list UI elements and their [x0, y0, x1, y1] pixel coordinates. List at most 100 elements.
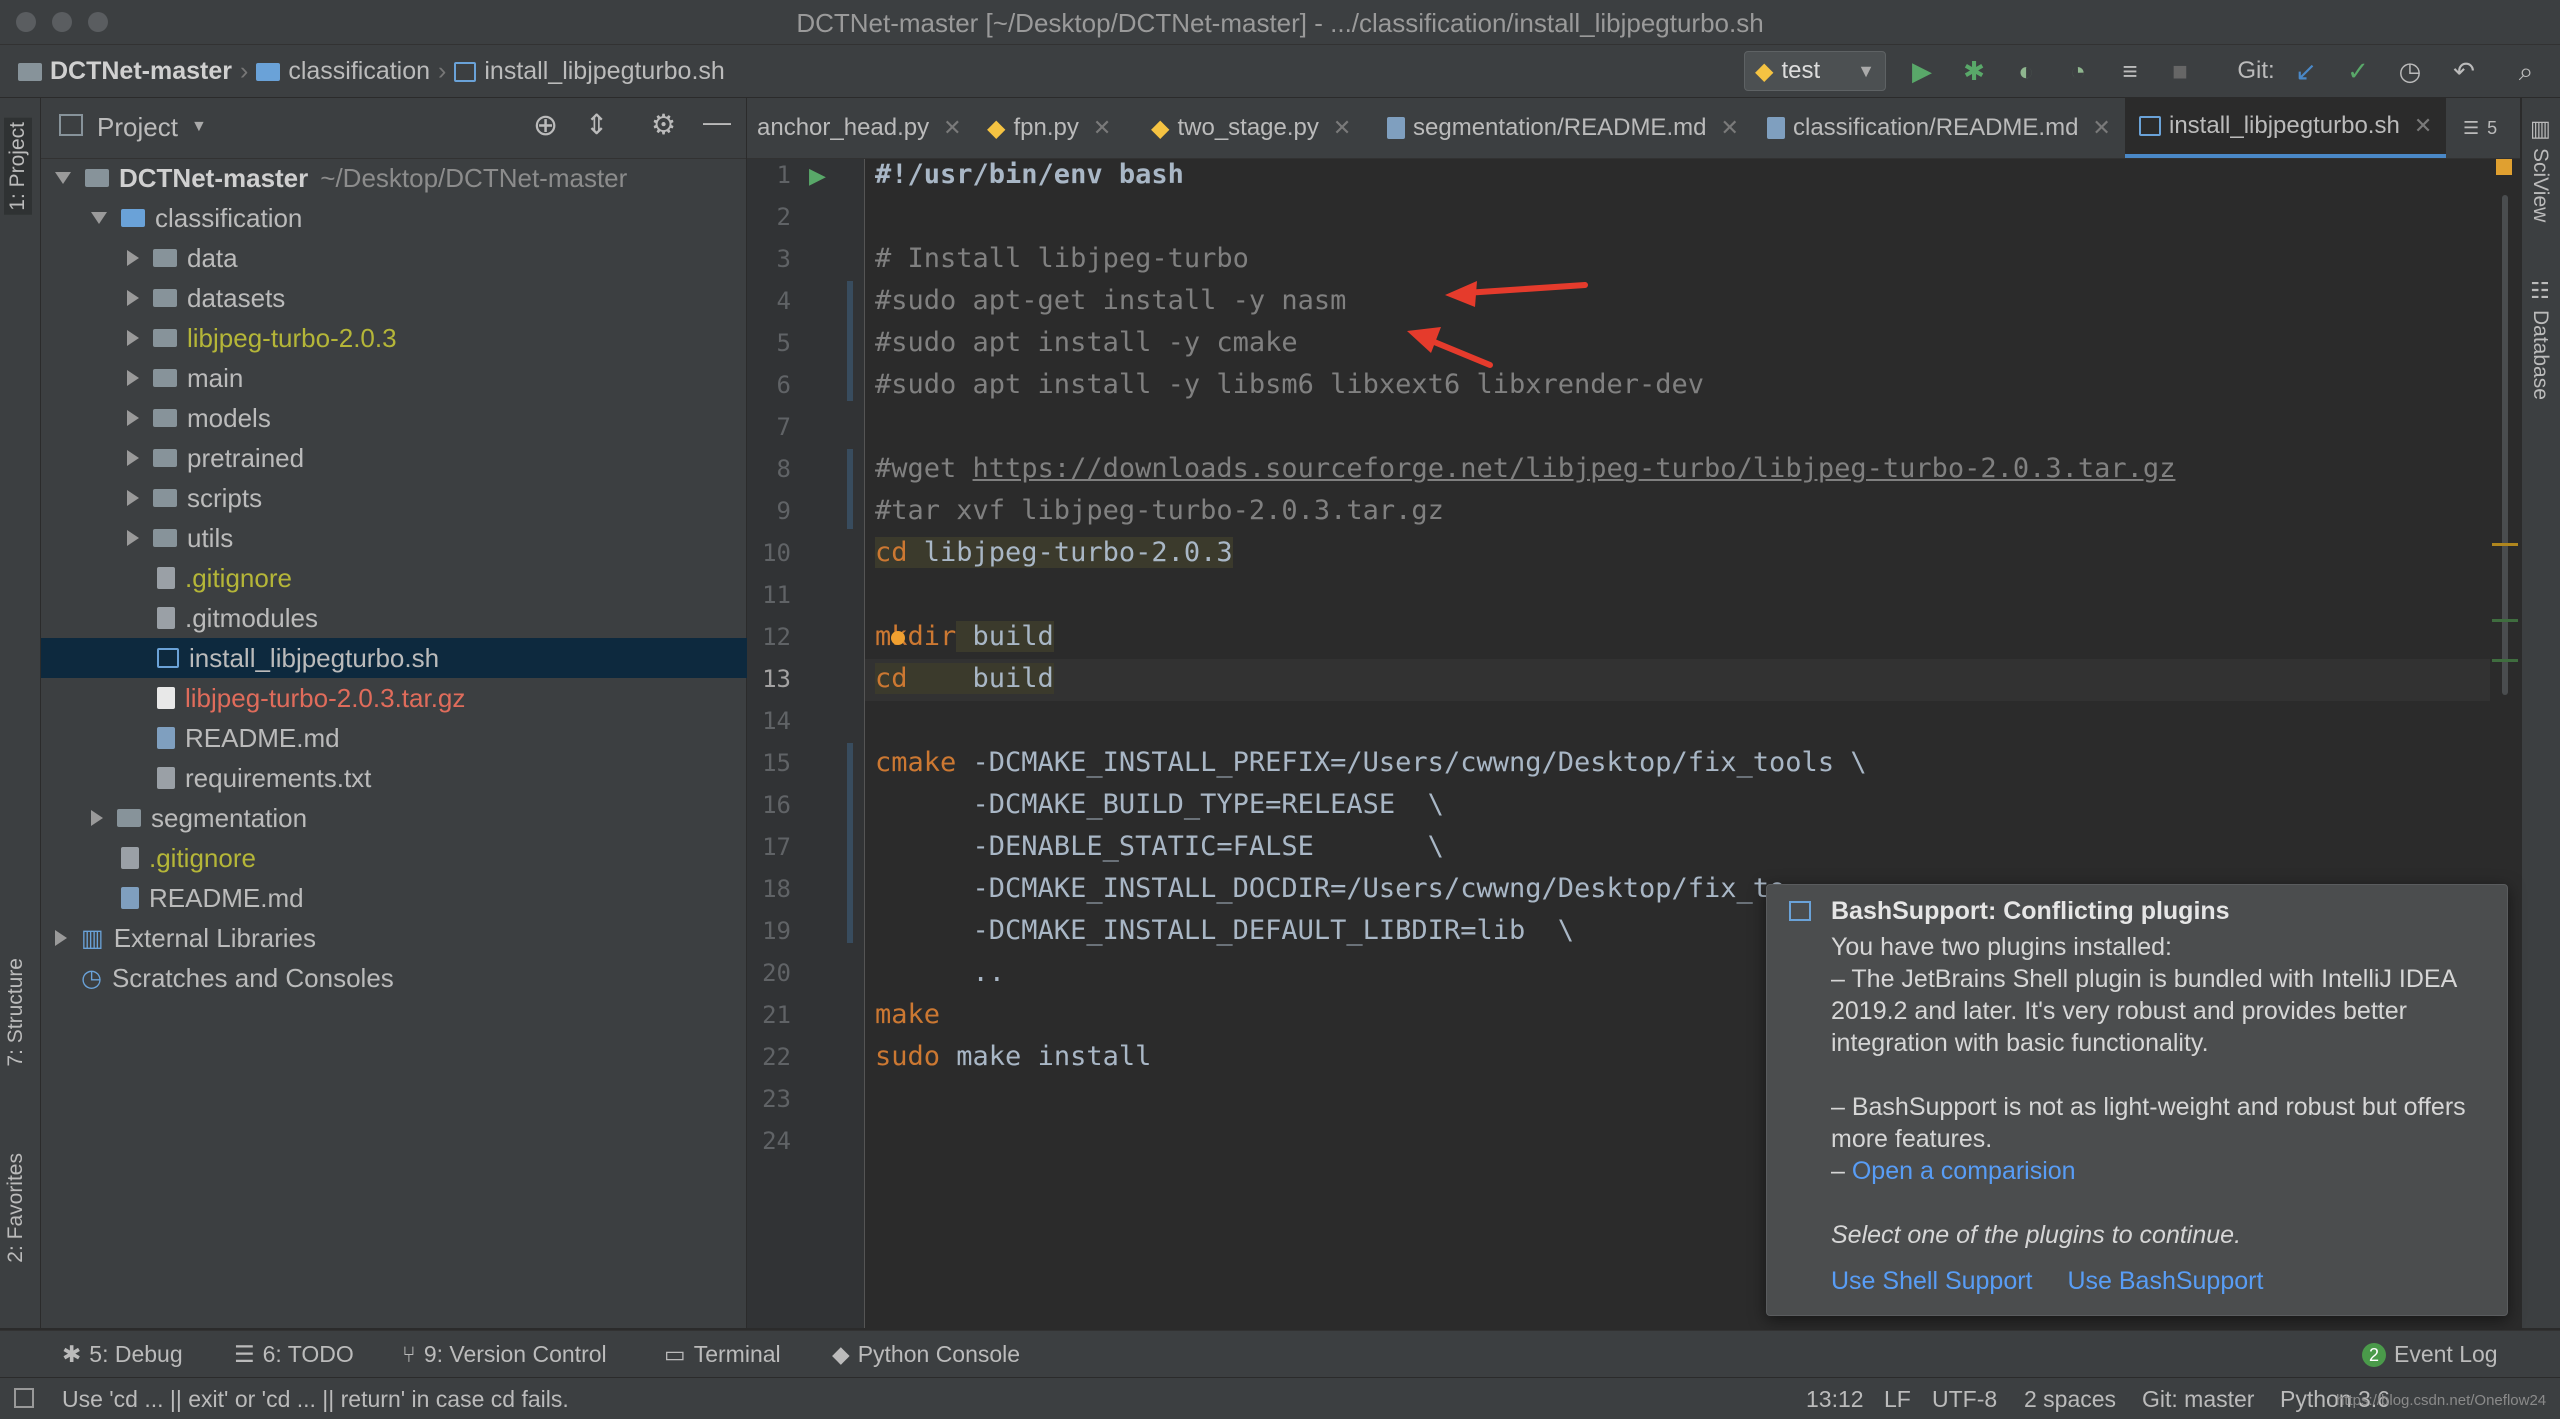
tree-item-requirements[interactable]: requirements.txt [41, 758, 862, 798]
close-icon[interactable]: ✕ [1720, 115, 1738, 141]
python-console-tool-button[interactable]: ◆ Python Console [832, 1341, 1020, 1368]
change-marker[interactable] [2492, 659, 2518, 662]
coverage-icon[interactable]: ◐ [2012, 57, 2040, 85]
git-branch[interactable]: Git: master [2142, 1386, 2254, 1413]
vcs-change-marker[interactable] [847, 281, 853, 401]
git-update-icon[interactable]: ↙ [2292, 57, 2320, 85]
download-url-link[interactable]: https://downloads.sourceforge.net/libjpe… [973, 453, 2176, 484]
tree-item-root[interactable]: DCTNet-master ~/Desktop/DCTNet-master [41, 158, 760, 198]
close-icon[interactable]: ✕ [2414, 113, 2432, 139]
concurrency-icon[interactable]: ≡ [2116, 57, 2144, 85]
breadcrumb-folder[interactable]: classification [288, 57, 430, 86]
debug-tool-button[interactable]: ✱ 5: Debug [62, 1341, 183, 1368]
folder-icon [153, 289, 177, 307]
analysis-status-icon[interactable] [2496, 159, 2512, 175]
tree-item-pretrained[interactable]: pretrained [41, 438, 832, 478]
debug-icon[interactable]: ✱ [1960, 57, 1988, 85]
code-line-15: cmake -DCMAKE_INSTALL_PREFIX=/Users/cwwn… [875, 747, 1867, 778]
tree-item-data[interactable]: data [41, 238, 832, 278]
code-line-17: -DENABLE_STATIC=FALSE \ [875, 831, 1444, 862]
project-panel: Project ▼ ⊕ ⇕ ⚙ — DCTNet-master ~/Deskto… [41, 98, 862, 1328]
window-title: DCTNet-master [~/Desktop/DCTNet-master] … [796, 8, 1764, 38]
tab-overflow-menu[interactable]: ☰ 5 [2463, 98, 2497, 158]
code-line-16: -DCMAKE_BUILD_TYPE=RELEASE \ [875, 789, 1444, 820]
database-icon: ☷ [2530, 278, 2550, 303]
file-encoding[interactable]: UTF-8 [1932, 1386, 1997, 1413]
project-view-select[interactable]: Project [97, 112, 178, 143]
hide-panel-icon[interactable]: — [703, 106, 731, 138]
tab-anchor-head[interactable]: anchor_head.py ✕ [757, 98, 962, 158]
event-log-tool-button[interactable]: 2 Event Log [2362, 1341, 2498, 1368]
use-shell-support-button[interactable]: Use Shell Support [1831, 1267, 2033, 1295]
git-commit-icon[interactable]: ✓ [2344, 57, 2372, 85]
close-icon[interactable]: ✕ [943, 115, 961, 141]
tree-item-root-gitignore[interactable]: .gitignore [41, 838, 826, 878]
tree-item-scratches[interactable]: ◷ Scratches and Consoles [41, 958, 786, 998]
folder-icon [85, 169, 109, 187]
project-tool-tab[interactable]: 1: Project [4, 118, 32, 215]
open-comparison-link[interactable]: Open a comparision [1852, 1157, 2076, 1185]
vcs-change-marker[interactable] [847, 743, 853, 943]
tree-item-external-libraries[interactable]: ▥ External Libraries [41, 918, 760, 958]
vcs-change-marker[interactable] [847, 449, 853, 529]
close-icon[interactable]: ✕ [1093, 115, 1111, 141]
line-separator[interactable]: LF [1884, 1386, 1911, 1413]
tool-windows-icon[interactable] [14, 1388, 34, 1408]
revert-icon[interactable]: ↶ [2450, 57, 2478, 85]
locate-icon[interactable]: ⊕ [533, 108, 558, 143]
warning-marker[interactable] [2492, 543, 2518, 546]
python-icon: ◆ [832, 1341, 850, 1367]
branch-icon: ⑂ [402, 1341, 416, 1367]
tab-install-script[interactable]: install_libjpegturbo.sh ✕ [2125, 98, 2447, 158]
tree-item-models[interactable]: models [41, 398, 832, 438]
run-config-select[interactable]: ◆ test ▼ [1744, 51, 1886, 91]
event-count-badge: 2 [2362, 1342, 2386, 1367]
tree-item-main[interactable]: main [41, 358, 832, 398]
close-icon[interactable]: ✕ [1333, 115, 1351, 141]
tab-fpn[interactable]: ◆ fpn.py ✕ [987, 98, 1111, 158]
structure-tool-tab[interactable]: 7: Structure [4, 958, 28, 1067]
breadcrumb-project[interactable]: DCTNet-master [50, 57, 232, 86]
tree-item-root-readme[interactable]: README.md [41, 878, 826, 918]
indent-setting[interactable]: 2 spaces [2024, 1386, 2116, 1413]
sciview-tool-tab[interactable]: SciView [2528, 148, 2552, 222]
tree-item-libjpeg-folder[interactable]: libjpeg-turbo-2.0.3 [41, 318, 832, 358]
run-gutter-icon[interactable]: ▶ [809, 163, 826, 189]
tree-item-segmentation[interactable]: segmentation [41, 798, 796, 838]
tree-item-tarball[interactable]: libjpeg-turbo-2.0.3.tar.gz [41, 678, 862, 718]
intention-bulb-icon[interactable] [891, 631, 905, 645]
tree-item-datasets[interactable]: datasets [41, 278, 832, 318]
tree-item-gitignore[interactable]: .gitignore [41, 558, 862, 598]
tree-item-gitmodules[interactable]: .gitmodules [41, 598, 862, 638]
tree-item-readme[interactable]: README.md [41, 718, 862, 758]
search-icon[interactable]: ⌕ [2512, 57, 2540, 85]
change-marker[interactable] [2492, 619, 2518, 622]
tree-item-scripts[interactable]: scripts [41, 478, 832, 518]
tree-item-utils[interactable]: utils [41, 518, 832, 558]
folder-icon [121, 209, 145, 227]
tree-item-classification[interactable]: classification [41, 198, 796, 238]
title-bar: DCTNet-master [~/Desktop/DCTNet-master] … [0, 0, 2560, 45]
close-icon[interactable]: ✕ [2092, 115, 2110, 141]
gear-icon[interactable]: ⚙ [651, 108, 676, 141]
tab-classification-readme[interactable]: classification/README.md ✕ [1767, 98, 2111, 158]
history-icon[interactable]: ◷ [2396, 57, 2424, 85]
breadcrumb-file[interactable]: install_libjpegturbo.sh [484, 57, 724, 86]
caret-position[interactable]: 13:12 [1806, 1386, 1864, 1413]
tree-item-install-script[interactable]: install_libjpegturbo.sh [41, 638, 862, 678]
todo-tool-button[interactable]: ☰ 6: TODO [234, 1341, 354, 1368]
tab-two-stage[interactable]: ◆ two_stage.py ✕ [1151, 98, 1351, 158]
terminal-tool-button[interactable]: ▭ Terminal [664, 1341, 781, 1368]
collapse-all-icon[interactable]: ⇕ [585, 108, 608, 141]
stop-icon[interactable]: ■ [2166, 57, 2194, 85]
version-control-tool-button[interactable]: ⑂ 9: Version Control [402, 1341, 607, 1368]
breadcrumb: DCTNet-master › classification › install… [18, 57, 725, 86]
use-bashsupport-button[interactable]: Use BashSupport [2067, 1267, 2263, 1295]
favorites-tool-tab[interactable]: 2: Favorites [4, 1153, 28, 1263]
run-icon[interactable]: ▶ [1908, 57, 1936, 85]
database-tool-tab[interactable]: Database [2528, 310, 2552, 400]
folder-icon [153, 529, 177, 547]
chevron-down-icon[interactable]: ▼ [191, 118, 207, 136]
tab-segmentation-readme[interactable]: segmentation/README.md ✕ [1387, 98, 1739, 158]
profile-icon[interactable]: ◔ [2064, 57, 2092, 85]
